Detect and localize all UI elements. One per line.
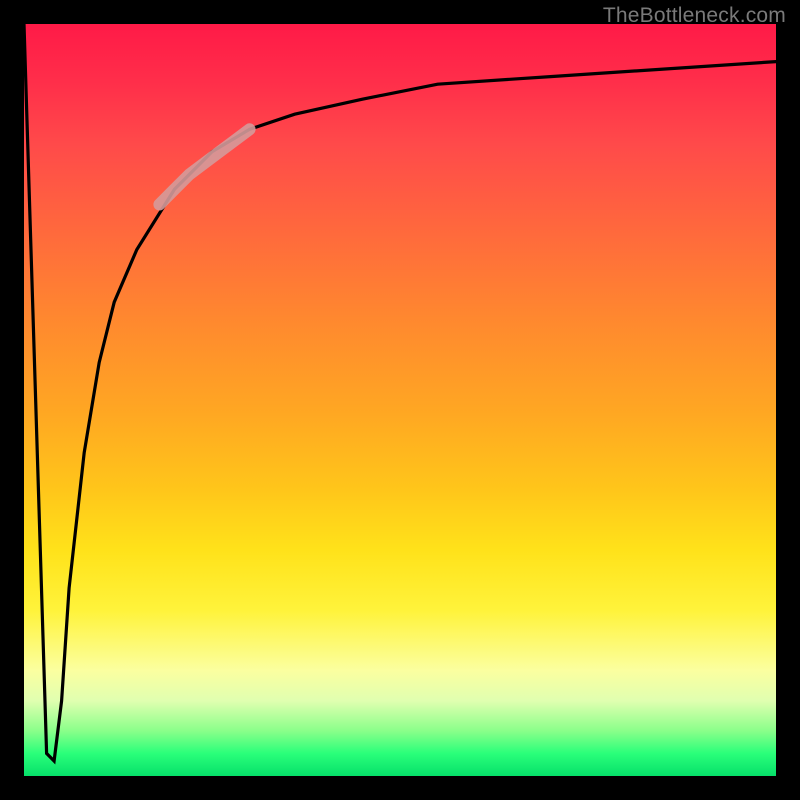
watermark-text: TheBottleneck.com bbox=[603, 4, 786, 28]
bottleneck-curve bbox=[24, 24, 776, 761]
highlight-segment bbox=[159, 129, 249, 204]
chart-frame: TheBottleneck.com bbox=[0, 0, 800, 800]
plot-area bbox=[24, 24, 776, 776]
curve-layer bbox=[24, 24, 776, 776]
